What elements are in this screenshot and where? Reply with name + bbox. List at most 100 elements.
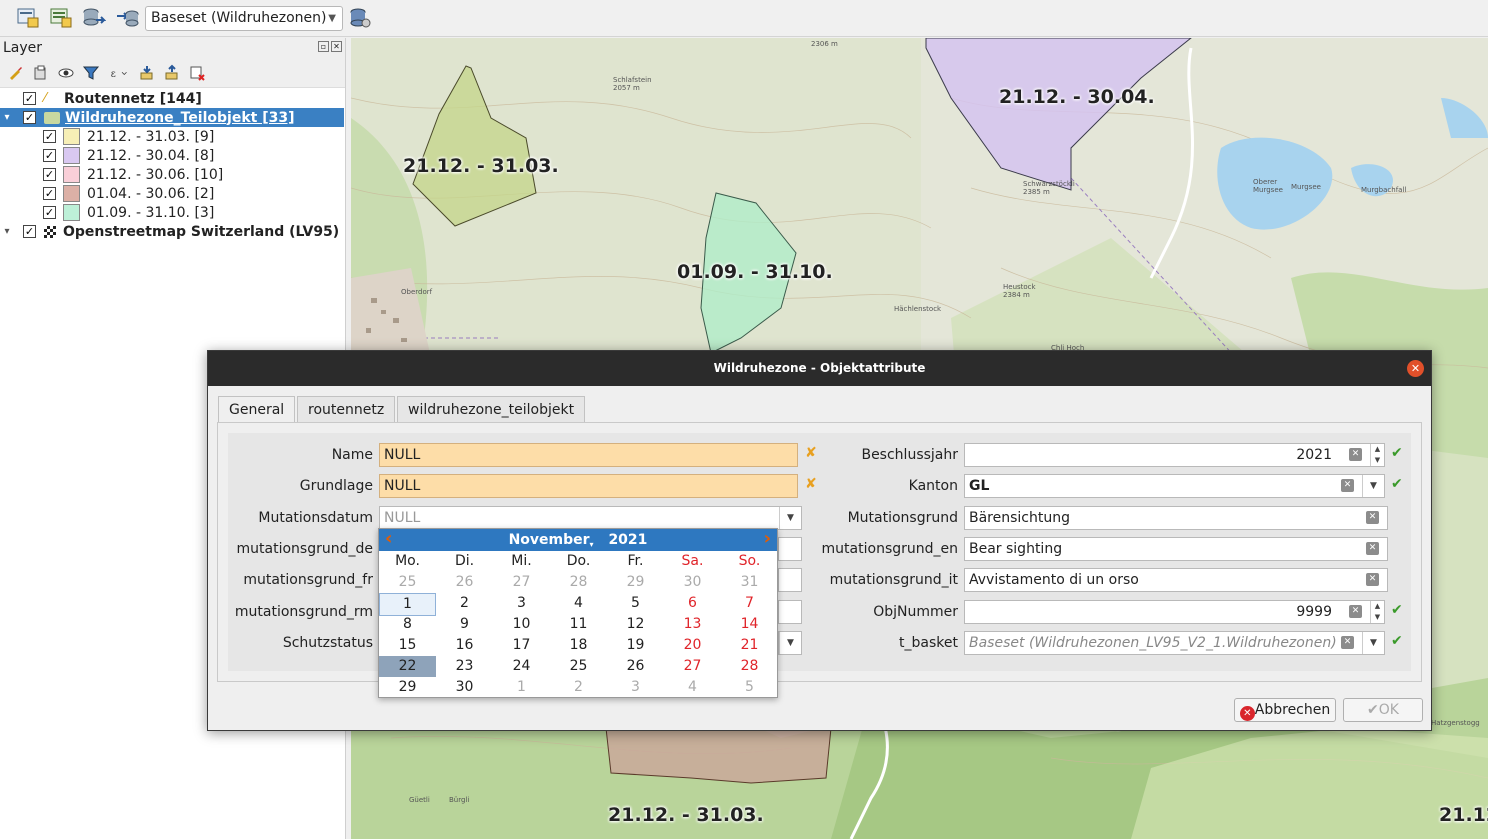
mutationsdatum-field[interactable]: NULL ▼ <box>379 506 802 530</box>
beschlussjahr-field[interactable]: 2021 ✕ ▲ ▼ <box>964 443 1385 467</box>
calendar-day[interactable]: 23 <box>436 656 493 677</box>
db-export-icon[interactable] <box>113 5 141 31</box>
mutationsgrund-field[interactable]: Bärensichtung ✕ <box>964 506 1388 530</box>
expand-icon[interactable] <box>136 62 158 84</box>
layer-item-wildruhezone-teilobjekt[interactable]: ▾ ✓ Wildruhezone_Teilobjekt [33] <box>0 108 344 127</box>
calendar-day[interactable]: 5 <box>607 593 664 614</box>
calendar-day[interactable]: 5 <box>721 677 778 698</box>
spinbox-arrows-icon[interactable]: ▲ ▼ <box>1370 444 1384 466</box>
calendar-day[interactable]: 27 <box>664 656 721 677</box>
chevron-down-icon[interactable]: ▼ <box>1362 475 1384 497</box>
mutationsgrund-en-field[interactable]: Bear sighting ✕ <box>964 537 1388 561</box>
expression-icon[interactable]: ε <box>105 62 133 84</box>
calendar-day[interactable]: 21 <box>721 635 778 656</box>
layer-visibility-checkbox[interactable]: ✓ <box>23 225 36 238</box>
legend-checkbox[interactable]: ✓ <box>43 168 56 181</box>
calendar-day[interactable]: 16 <box>436 635 493 656</box>
clear-icon[interactable]: ✕ <box>1349 605 1362 618</box>
calendar-day[interactable]: 25 <box>550 656 607 677</box>
tab-general[interactable]: General <box>218 396 296 424</box>
calendar-day[interactable]: 10 <box>493 614 550 635</box>
calendar-day[interactable]: 18 <box>550 635 607 656</box>
calendar-day[interactable]: 30 <box>664 572 721 593</box>
project-icon[interactable] <box>14 5 42 31</box>
close-icon[interactable]: ✕ <box>331 41 342 52</box>
calendar-day[interactable]: 4 <box>664 677 721 698</box>
filter-icon[interactable] <box>80 62 102 84</box>
calendar-day[interactable]: 6 <box>664 593 721 614</box>
calendar-day[interactable]: 7 <box>721 593 778 614</box>
spinbox-arrows-icon[interactable]: ▲ ▼ <box>1370 601 1384 623</box>
clear-icon[interactable]: ✕ <box>1341 479 1354 492</box>
calendar-day[interactable]: 27 <box>493 572 550 593</box>
grundlage-field[interactable]: NULL <box>379 474 798 498</box>
paint-icon[interactable] <box>5 62 27 84</box>
legend-item-4[interactable]: ✓ 01.04. - 30.06. [2] <box>0 184 344 203</box>
ok-button[interactable]: ✔OK <box>1343 698 1423 722</box>
calendar-day[interactable]: 8 <box>379 614 436 635</box>
add-group-icon[interactable] <box>30 62 52 84</box>
db-import-icon[interactable] <box>80 5 108 31</box>
name-field[interactable]: NULL <box>379 443 798 467</box>
collapse-arrow-icon[interactable]: ▾ <box>0 226 14 237</box>
chevron-down-icon[interactable]: ▼ <box>1362 632 1384 654</box>
baseset-select[interactable]: Baseset (Wildruhezonen) ▼ <box>145 6 343 31</box>
calendar-year[interactable]: 2021 <box>608 532 647 548</box>
calendar-day[interactable]: 14 <box>721 614 778 635</box>
db-settings-icon[interactable] <box>346 5 374 31</box>
calendar-day[interactable]: 20 <box>664 635 721 656</box>
clear-icon[interactable]: ✕ <box>1349 448 1362 461</box>
legend-checkbox[interactable]: ✓ <box>43 149 56 162</box>
eye-icon[interactable] <box>55 62 77 84</box>
tab-routennetz[interactable]: routennetz <box>297 396 396 423</box>
calendar-day[interactable]: 17 <box>493 635 550 656</box>
layer-visibility-checkbox[interactable]: ✓ <box>23 111 36 124</box>
legend-item-2[interactable]: ✓ 21.12. - 30.04. [8] <box>0 146 344 165</box>
calendar-month[interactable]: November <box>509 532 590 548</box>
calendar-day[interactable]: 31 <box>721 572 778 593</box>
form-icon[interactable] <box>47 5 75 31</box>
calendar-day[interactable]: 15 <box>379 635 436 656</box>
calendar-day[interactable]: 22 <box>379 656 436 677</box>
layer-visibility-checkbox[interactable]: ✓ <box>23 92 36 105</box>
chevron-left-icon[interactable]: ‹ <box>385 529 392 549</box>
calendar-day[interactable]: 2 <box>436 593 493 614</box>
legend-checkbox[interactable]: ✓ <box>43 187 56 200</box>
calendar-day[interactable]: 29 <box>379 677 436 698</box>
calendar-day[interactable]: 9 <box>436 614 493 635</box>
collapse-icon[interactable] <box>161 62 183 84</box>
close-icon[interactable]: ✕ <box>1407 360 1424 377</box>
t-basket-field[interactable]: Baseset (Wildruhezonen_LV95_V2_1.Wildruh… <box>964 631 1385 655</box>
calendar-day[interactable]: 12 <box>607 614 664 635</box>
legend-item-3[interactable]: ✓ 21.12. - 30.06. [10] <box>0 165 344 184</box>
calendar-day[interactable]: 29 <box>607 572 664 593</box>
collapse-arrow-icon[interactable]: ▾ <box>0 112 14 123</box>
calendar-day[interactable]: 2 <box>550 677 607 698</box>
calendar-day[interactable]: 13 <box>664 614 721 635</box>
layer-item-routennetz[interactable]: ✓ ⁄ Routennetz [144] <box>0 89 344 108</box>
cancel-button[interactable]: ✕ Abbrechen <box>1234 698 1336 722</box>
calendar-day[interactable]: 1 <box>493 677 550 698</box>
clear-icon[interactable]: ✕ <box>1366 573 1379 586</box>
calendar-day[interactable]: 11 <box>550 614 607 635</box>
clear-icon[interactable]: ✕ <box>1366 511 1379 524</box>
calendar-day[interactable]: 1 <box>379 593 436 616</box>
clear-icon[interactable]: ✕ <box>1366 542 1379 555</box>
objnummer-field[interactable]: 9999 ✕ ▲ ▼ <box>964 600 1385 624</box>
mutationsgrund-it-field[interactable]: Avvistamento di un orso ✕ <box>964 568 1388 592</box>
calendar-day[interactable]: 24 <box>493 656 550 677</box>
legend-checkbox[interactable]: ✓ <box>43 130 56 143</box>
legend-item-1[interactable]: ✓ 21.12. - 31.03. [9] <box>0 127 344 146</box>
chevron-right-icon[interactable]: › <box>764 529 771 549</box>
calendar-day[interactable]: 28 <box>550 572 607 593</box>
calendar-day[interactable]: 3 <box>607 677 664 698</box>
float-icon[interactable]: ▫ <box>318 41 329 52</box>
calendar-day[interactable]: 4 <box>550 593 607 614</box>
calendar-day[interactable]: 28 <box>721 656 778 677</box>
tab-wildruhezone-teilobjekt[interactable]: wildruhezone_teilobjekt <box>397 396 586 423</box>
legend-item-5[interactable]: ✓ 01.09. - 31.10. [3] <box>0 203 344 222</box>
kanton-field[interactable]: GL ✕ ▼ <box>964 474 1385 498</box>
calendar-day[interactable]: 19 <box>607 635 664 656</box>
calendar-day[interactable]: 30 <box>436 677 493 698</box>
legend-checkbox[interactable]: ✓ <box>43 206 56 219</box>
